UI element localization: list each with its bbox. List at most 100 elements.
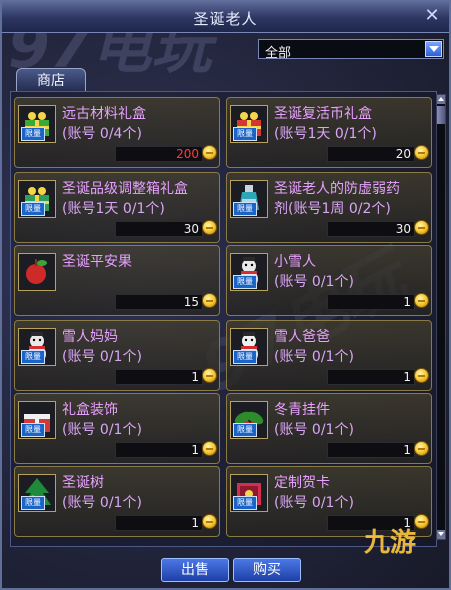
item-price: 30 — [183, 222, 199, 236]
item-price-bar: 1 — [115, 515, 203, 531]
item-name: 远古材料礼盒 — [62, 106, 146, 122]
window-title: 圣诞老人 — [193, 10, 258, 28]
coin-icon — [414, 368, 429, 383]
coin-icon — [202, 293, 217, 308]
coin-icon — [414, 514, 429, 529]
item-name: 雪人妈妈 — [62, 329, 118, 345]
shop-item-card[interactable]: 限量 雪人妈妈 (账号 0/1个) 1 — [14, 320, 220, 391]
coin-icon — [202, 441, 217, 456]
item-name: 圣诞树 — [62, 475, 104, 491]
coin-icon — [414, 293, 429, 308]
scroll-thumb[interactable] — [437, 106, 445, 124]
coin-icon — [414, 145, 429, 160]
shop-item-card[interactable]: 限量 圣诞品级调整箱礼盒 (账号1天 0/1个) 30 — [14, 172, 220, 243]
item-price: 1 — [403, 370, 411, 384]
shop-item-card[interactable]: 圣诞平安果 15 — [14, 245, 220, 316]
gift-box-icon[interactable]: 限量 — [18, 105, 56, 143]
item-price: 200 — [176, 147, 199, 161]
shop-item-card[interactable]: 限量 小雪人 (账号 0/1个) 1 — [226, 245, 432, 316]
buy-button[interactable]: 购买 — [233, 558, 301, 582]
gift-box-icon[interactable]: 限量 — [230, 105, 268, 143]
category-filter-dropdown[interactable]: 全部 — [258, 39, 444, 61]
close-button[interactable]: ✕ — [421, 6, 443, 26]
limited-badge: 限量 — [233, 496, 257, 510]
scroll-down-icon[interactable] — [437, 530, 445, 539]
item-purchase-limit: (账号 0/1个) — [62, 422, 142, 438]
tab-shop[interactable]: 商店 — [16, 68, 86, 92]
shop-item-card[interactable]: 限量 礼盒装饰 (账号 0/1个) 1 — [14, 393, 220, 464]
shop-item-card[interactable]: 限量 圣诞老人的防虚弱药 剂(账号1周 0/2个) 30 — [226, 172, 432, 243]
item-price-bar: 30 — [327, 221, 415, 237]
item-price-bar: 15 — [115, 294, 203, 310]
shop-item-card[interactable]: 限量 圣诞复活币礼盒 (账号1天 0/1个) 20 — [226, 97, 432, 168]
limited-badge: 限量 — [21, 127, 45, 141]
watermark-corner: 九游 — [364, 528, 417, 558]
holly-icon[interactable]: 限量 — [230, 401, 268, 439]
item-price: 1 — [403, 295, 411, 309]
limited-badge: 限量 — [233, 350, 257, 364]
limited-badge: 限量 — [233, 202, 257, 216]
scroll-up-icon[interactable] — [437, 95, 445, 104]
item-purchase-limit: (账号1天 0/1个) — [274, 126, 377, 142]
item-name: 雪人爸爸 — [274, 329, 330, 345]
item-name: 小雪人 — [274, 254, 316, 270]
limited-badge: 限量 — [233, 423, 257, 437]
limited-badge: 限量 — [21, 496, 45, 510]
item-purchase-limit: (账号1天 0/1个) — [62, 201, 165, 217]
item-name: 圣诞平安果 — [62, 254, 132, 270]
limited-badge: 限量 — [233, 275, 257, 289]
coin-icon — [414, 220, 429, 235]
item-price: 1 — [191, 443, 199, 457]
gift-decoration-icon[interactable]: 限量 — [18, 401, 56, 439]
item-name: 定制贺卡 — [274, 475, 330, 491]
coin-icon — [202, 514, 217, 529]
item-price: 30 — [395, 222, 411, 236]
item-price-bar: 30 — [115, 221, 203, 237]
shop-window: 97电玩 97电玩 圣诞老人 ✕ 全部 商店 限量远古材料礼盒(账号 0/4个)… — [0, 0, 451, 590]
coin-icon — [202, 368, 217, 383]
limited-badge: 限量 — [21, 423, 45, 437]
item-purchase-limit: 剂(账号1周 0/2个) — [274, 201, 391, 217]
item-name: 圣诞老人的防虚弱药 — [274, 181, 400, 197]
greeting-card-icon[interactable]: 限量 — [230, 474, 268, 512]
item-price: 1 — [191, 370, 199, 384]
scrollbar[interactable] — [436, 94, 446, 540]
item-price-bar: 1 — [115, 369, 203, 385]
item-name: 礼盒装饰 — [62, 402, 118, 418]
item-price: 20 — [395, 147, 411, 161]
item-price-bar: 1 — [327, 294, 415, 310]
shop-item-card[interactable]: 限量 冬青挂件 (账号 0/1个) 1 — [226, 393, 432, 464]
item-price: 1 — [403, 443, 411, 457]
apple-icon[interactable] — [18, 253, 56, 291]
item-purchase-limit: (账号 0/1个) — [274, 495, 354, 511]
item-price: 1 — [191, 516, 199, 530]
item-price-bar: 200 — [115, 146, 203, 162]
coin-icon — [414, 441, 429, 456]
coin-icon — [202, 145, 217, 160]
snowman-icon[interactable]: 限量 — [230, 328, 268, 366]
christmas-tree-icon[interactable]: 限量 — [18, 474, 56, 512]
limited-badge: 限量 — [21, 202, 45, 216]
item-purchase-limit: (账号 0/1个) — [274, 349, 354, 365]
title-bar[interactable]: 圣诞老人 ✕ — [2, 2, 449, 33]
item-price-bar: 1 — [115, 442, 203, 458]
item-purchase-limit: (账号 0/1个) — [62, 495, 142, 511]
chevron-down-icon[interactable] — [425, 41, 442, 57]
coin-icon — [202, 220, 217, 235]
item-price: 15 — [183, 295, 199, 309]
shop-item-card[interactable]: 限量 雪人爸爸 (账号 0/1个) 1 — [226, 320, 432, 391]
shop-item-card[interactable]: 限量 远古材料礼盒 (账号 0/4个) 200 — [14, 97, 220, 168]
sell-button[interactable]: 出售 — [161, 558, 229, 582]
shop-item-card[interactable]: 限量 圣诞树 (账号 0/1个) 1 — [14, 466, 220, 537]
limited-badge: 限量 — [233, 127, 257, 141]
snowman-icon[interactable]: 限量 — [18, 328, 56, 366]
item-price-bar: 1 — [327, 369, 415, 385]
item-name: 冬青挂件 — [274, 402, 330, 418]
limited-badge: 限量 — [21, 350, 45, 364]
item-purchase-limit: (账号 0/1个) — [274, 274, 354, 290]
snowman-icon[interactable]: 限量 — [230, 253, 268, 291]
gift-box-icon[interactable]: 限量 — [18, 180, 56, 218]
item-name: 圣诞复活币礼盒 — [274, 106, 372, 122]
category-filter-value: 全部 — [265, 46, 292, 61]
potion-icon[interactable]: 限量 — [230, 180, 268, 218]
